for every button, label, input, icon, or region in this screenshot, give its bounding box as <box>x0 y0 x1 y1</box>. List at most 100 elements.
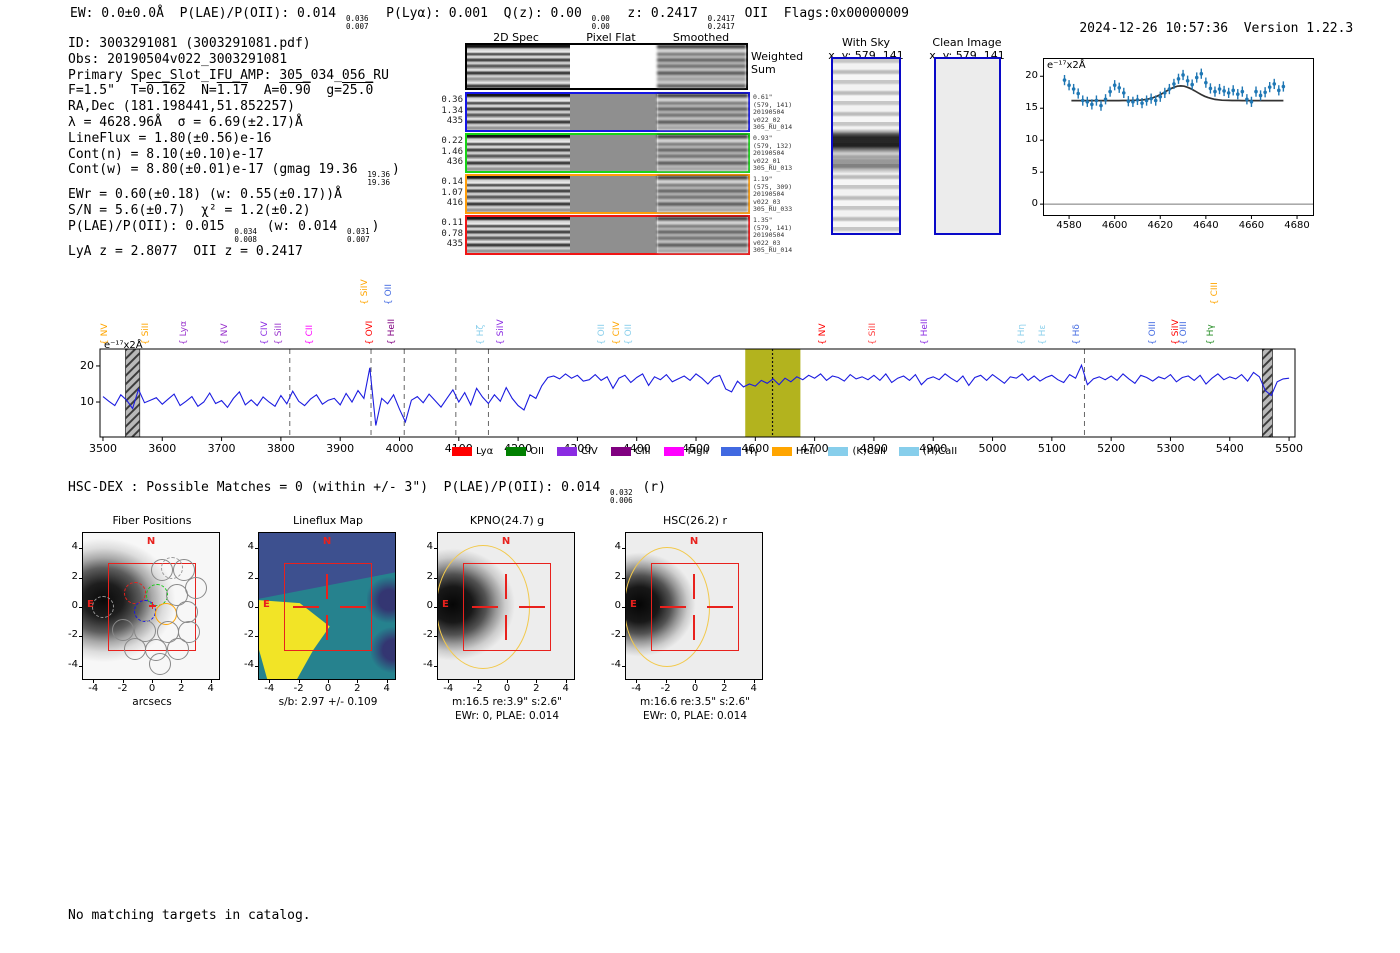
emission-line-label: { Hδ <box>1071 324 1082 345</box>
emission-line-label: { HeII <box>920 318 931 345</box>
fiber-circle <box>149 653 172 676</box>
emission-line-label: { SiIV <box>359 279 370 305</box>
emission-line-label: { CII <box>305 324 316 345</box>
hsc-photometry-label: m:16.6 re:3.5" s:2.6" <box>640 696 750 708</box>
crosshair <box>505 574 507 599</box>
fiber-positions-image: N E <box>83 533 219 679</box>
hsc-r-panel: HSC(26.2) r N E m:16.6 re:3.5" s:2.6" EW… <box>611 514 763 722</box>
fiber-spec-row: 0.11 0.78 435 1.35" (579, 141) 20190504 v022_0… <box>441 215 793 255</box>
fiber-circle <box>185 576 208 599</box>
legend-item: MgII <box>663 446 708 457</box>
hsc-ewr-plae-label: EWr: 0, PLAE: 0.014 <box>642 710 748 722</box>
lineflux-map-title: Lineflux Map <box>292 514 364 527</box>
fiber-spec-rows: 0.36 1.34 435 0.61" (579, 141) 20190504 v022_0… <box>441 92 825 256</box>
fiber-circle <box>151 558 174 581</box>
spectrum-legend: Lyα OII CIV CIII MgII Hγ HeII (K)CaII (H)CaII <box>452 446 957 457</box>
emission-line-label: { Hγ <box>1205 324 1216 345</box>
emission-line-label: { NV <box>818 323 829 345</box>
fiber-circle <box>91 596 114 618</box>
emission-line-label: { OII <box>624 324 635 345</box>
legend-item: HeII <box>771 446 815 457</box>
legend-item: CIV <box>556 446 598 457</box>
kpno-g-image: N E <box>438 533 574 679</box>
elixer-report-page: EW: 0.0±0.0Å P(LAE)/P(OII): 0.014 0.036 0… <box>0 0 1400 953</box>
legend-item: OII <box>506 446 544 457</box>
east-label: E <box>442 599 449 610</box>
east-label: E <box>87 599 94 610</box>
footer-notes: No matching targets in catalog. Row inte… <box>68 876 311 953</box>
2d-spec-image <box>467 45 570 88</box>
emission-line-label: { Lyα <box>178 320 189 345</box>
emission-line-label: { SiII <box>868 322 879 345</box>
hscdex-match-line: HSC-DEX : Possible Matches = 0 (within +… <box>68 480 666 505</box>
info-line: F=1.5" T=0.162 N=1.17 A=0.90 g=25.0 <box>68 83 374 99</box>
summary-header: EW: 0.0±0.0Å P(LAE)/P(OII): 0.014 0.036 0… <box>70 6 909 31</box>
line-fit-zoom-plot: e⁻¹⁷x2Å 4580 4600 4620 4640 4660 4680 0 5 10 15 20 <box>1025 58 1314 231</box>
emission-line-label: { CIV <box>259 321 270 345</box>
fiber-circle <box>166 637 189 660</box>
crosshair <box>693 574 695 599</box>
hsc-r-image: N E <box>626 533 762 679</box>
fiber-circle <box>124 637 147 660</box>
weighted-sum-strip <box>465 43 748 90</box>
info-line: Cont(w) = 8.80(±0.01)e-17 (gmag 19.36 19… <box>68 162 400 188</box>
kpno-g-title: KPNO(24.7) g <box>469 514 545 527</box>
info-line: Primary Spec_Slot_IFU_AMP: 305_034_056_R… <box>68 67 389 83</box>
info-line: LineFlux = 1.80(±0.56)e-16 <box>68 130 272 146</box>
report-datetime: 2024-12-26 10:57:36 <box>1079 21 1229 36</box>
info-line: Cont(n) = 8.10(±0.10)e-17 <box>68 146 264 162</box>
kpno-photometry-label: m:16.5 re:3.9" s:2.6" <box>452 696 562 708</box>
report-version: Version 1.22.3 <box>1243 21 1354 36</box>
info-line: Obs: 20190504v022_3003291081 <box>68 51 288 67</box>
fiber-spec-row: 0.14 1.07 416 1.19" (575, 309) 20190504 v022_0… <box>441 174 793 214</box>
emission-line-label: { NV <box>99 323 110 345</box>
detection-info-block: ID: 3003291081 (3003291081.pdf) Obs: 2019… <box>68 36 400 260</box>
lineflux-map-image: N E <box>259 533 395 679</box>
north-label: N <box>689 536 699 547</box>
withsky-image <box>833 59 899 233</box>
crosshair <box>326 574 328 599</box>
emission-line-label: { OIII <box>1148 321 1159 345</box>
kpno-g-panel: KPNO(24.7) g N E m:16.5 re:3.9" s:2.6" E… <box>423 514 575 722</box>
legend-item: (H)CaII <box>898 446 957 457</box>
fiber-spec-row: 0.22 1.46 436 0.93" (579, 132) 20190504 v022_0… <box>441 133 793 173</box>
info-line: ID: 3003291081 (3003291081.pdf) <box>68 36 311 51</box>
info-line: EWr = 0.60(±0.18) (w: 0.55(±0.17))Å <box>68 187 342 203</box>
legend-item: (K)CaII <box>828 446 886 457</box>
north-label: N <box>501 536 511 547</box>
lineflux-sb-label: s/b: 2.97 +/- 0.109 <box>278 696 378 708</box>
legend-item: Hγ <box>721 446 759 457</box>
fiber-spec-row: 0.36 1.34 435 0.61" (579, 141) 20190504 v022_0… <box>441 92 793 132</box>
full-spectrum-plot: e⁻¹⁷x2Å 35003600370038003900400041004200… <box>80 279 1304 455</box>
north-label: N <box>322 536 332 547</box>
report-meta: 2024-12-26 10:57:36 Version 1.22.3 <box>1048 6 1353 51</box>
hsc-r-title: HSC(26.2) r <box>662 514 728 527</box>
emission-line-label: { Hζ <box>475 324 486 345</box>
emission-line-label: { OII <box>597 324 608 345</box>
emission-line-label: { OII <box>383 284 394 305</box>
clean-image <box>936 59 999 233</box>
legend-item: CIII <box>610 446 651 457</box>
withsky-panel <box>831 57 901 235</box>
pixel-flat-image <box>570 45 657 88</box>
east-label: E <box>630 599 637 610</box>
fiber-positions-panel: Fiber Positions N E arcsecs -4 -4 -2 -2 0 0 2 2… <box>68 514 220 708</box>
emission-line-label: { OVI <box>365 320 376 345</box>
emission-line-label: { NV <box>220 323 231 345</box>
legend-item: Lyα <box>452 446 493 457</box>
east-label: E <box>263 599 270 610</box>
fiber-positions-title: Fiber Positions <box>112 514 192 527</box>
info-line: RA,Dec (181.198441,51.852257) <box>68 99 295 115</box>
emission-line-label: { HeII <box>386 318 397 345</box>
weighted-sum-label: Weighted Sum <box>751 50 804 76</box>
info-line: LyA z = 2.8077 OII z = 0.2417 <box>68 243 303 259</box>
kpno-ewr-plae-label: EWr: 0, PLAE: 0.014 <box>454 710 560 722</box>
north-label: N <box>146 536 156 547</box>
fiber-positions-xlabel: arcsecs <box>132 696 172 708</box>
emission-line-label: { CIV <box>612 321 623 345</box>
emission-line-label: { SiIV <box>495 319 506 345</box>
emission-line-label: { SiII <box>140 322 151 345</box>
emission-line-label: { Hη <box>1017 323 1028 345</box>
footer-line: No matching targets in catalog. <box>68 908 311 923</box>
clean-image-panel <box>934 57 1001 235</box>
